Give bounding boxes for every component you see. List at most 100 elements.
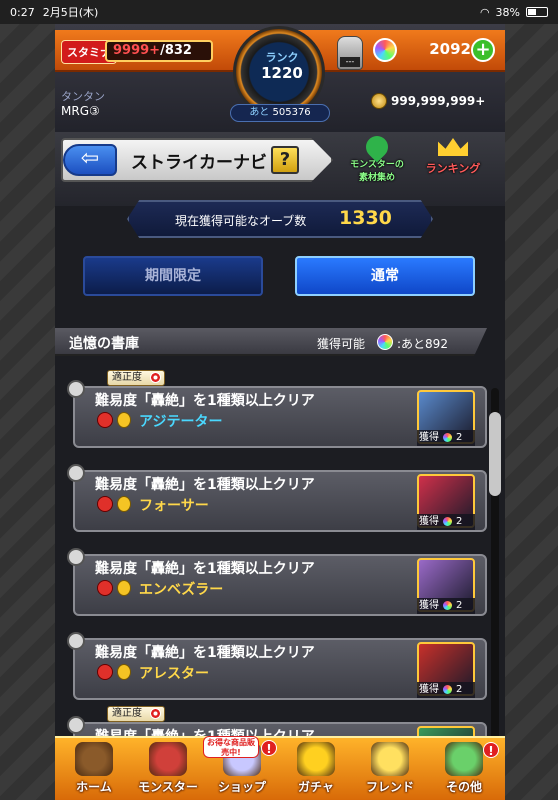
stamina-current: 9999+ <box>113 43 161 58</box>
coin-icon <box>117 496 131 512</box>
gold-count: 999,999,999+ <box>391 94 486 108</box>
other-notification-badge: ! <box>483 742 499 758</box>
buy-orb-button[interactable]: + <box>471 38 495 62</box>
ranking-text: ランキング <box>425 162 481 175</box>
mission-item[interactable]: 難易度「轟絶」を1種類以上クリアアレスター獲得 2 <box>67 628 487 702</box>
mission-check-icon <box>67 632 85 650</box>
mission-monster-name: フォーサー <box>139 498 209 514</box>
stamina-max: /832 <box>160 43 192 58</box>
mission-check-icon <box>67 380 85 398</box>
ranking-button[interactable]: ランキング <box>421 136 485 192</box>
helmet-slot: --- <box>340 57 360 67</box>
rank-next-value: 505376 <box>272 107 311 118</box>
crown-icon <box>438 138 468 156</box>
rank-value: 1220 <box>261 64 303 82</box>
monster-icon <box>149 742 187 776</box>
stamina-bar: 9999+/832 <box>105 40 213 62</box>
mission-text: 難易度「轟絶」を1種類以上クリア <box>95 561 315 577</box>
player-id: MRG③ <box>61 104 100 118</box>
rank-next-label: あと <box>249 107 270 118</box>
back-button[interactable]: ⇦ <box>63 144 117 176</box>
section-remaining-value: :あと892 <box>397 337 448 351</box>
mission-reward: 獲得 2 <box>417 514 475 530</box>
tab-monster[interactable]: モンスター <box>132 740 204 800</box>
devil-icon <box>97 580 113 596</box>
reward-count: 2 <box>456 432 463 443</box>
battery-percent: 38% <box>495 5 520 19</box>
mission-monster-name: エンベズラー <box>139 582 224 598</box>
orb-icon <box>373 38 397 62</box>
mission-item[interactable]: 難易度「轟絶」を1種類以上クリアフォーサー獲得 2 <box>67 460 487 534</box>
devil-icon <box>97 664 113 680</box>
wifi-icon: ◠ <box>479 5 490 19</box>
tab-label: フレンド <box>365 780 414 794</box>
game-screen: スタミナ 9999+/832 ランク 1220 あと 505376 --- 20… <box>55 24 505 800</box>
mission-check-icon <box>67 548 85 566</box>
orb-count: 2092 <box>429 40 471 58</box>
mission-monster-name: アレスター <box>139 666 209 682</box>
status-date: 2月5日(木) <box>42 6 99 19</box>
accuracy-badge: 適正度 <box>107 370 165 386</box>
orb-available-label: 現在獲得可能なオーブ数 <box>175 214 307 228</box>
player-name: タンタン <box>61 90 105 103</box>
reward-label: 獲得 <box>419 516 439 527</box>
tab-home[interactable]: ホーム <box>58 740 130 800</box>
reward-label: 獲得 <box>419 600 439 611</box>
devil-icon <box>97 496 113 512</box>
tab-normal[interactable]: 通常 <box>295 256 475 296</box>
gacha-icon <box>297 742 335 776</box>
reward-orb-icon <box>443 600 452 610</box>
reward-count: 2 <box>456 684 463 695</box>
status-bar: 0:27 2月5日(木) ◠ 38% <box>0 0 558 24</box>
tab-limited[interactable]: 期間限定 <box>83 256 263 296</box>
coin-icon <box>117 580 131 596</box>
mission-reward: 獲得 2 <box>417 430 475 446</box>
mission-check-icon <box>67 464 85 482</box>
mission-reward: 獲得 2 <box>417 598 475 614</box>
friend-icon <box>371 742 409 776</box>
rank-next: あと 505376 <box>230 104 330 122</box>
reward-count: 2 <box>456 600 463 611</box>
mission-check-icon <box>67 716 85 734</box>
tab-label: その他 <box>445 780 482 794</box>
orb-available-value: 1330 <box>339 207 392 229</box>
devil-icon <box>97 412 113 428</box>
monster-material-button[interactable]: モンスターの 素材集め <box>347 131 407 192</box>
other-icon <box>445 742 483 776</box>
accuracy-badge: 適正度 <box>107 706 165 722</box>
scrollbar-thumb[interactable] <box>489 412 501 496</box>
reward-label: 獲得 <box>419 684 439 695</box>
coin-icon <box>117 412 131 428</box>
rank-label: ランク <box>265 51 299 64</box>
tab-label: ホーム <box>76 780 112 794</box>
page-title: ストライカーナビ <box>131 153 267 173</box>
clover-icon <box>361 131 393 163</box>
reward-count: 2 <box>456 516 463 527</box>
tab-gacha[interactable]: ガチャ <box>280 740 352 800</box>
side-background-right <box>505 24 558 800</box>
status-time: 0:27 <box>10 5 35 19</box>
help-button[interactable]: ? <box>271 146 299 174</box>
shop-promo-label: お得な商品販売中! <box>203 736 259 758</box>
mission-reward: 獲得 2 <box>417 682 475 698</box>
reward-orb-icon <box>443 432 452 442</box>
reward-orb-icon <box>443 516 452 526</box>
reward-label: 獲得 <box>419 432 439 443</box>
mission-item[interactable]: 難易度「轟絶」を1種類以上クリアエンベズラー獲得 2 <box>67 544 487 618</box>
tab-label: ショップ <box>217 780 266 794</box>
section-orb-icon <box>377 334 393 350</box>
mission-monster-name: アジテーター <box>139 414 223 430</box>
mission-text: 難易度「轟絶」を1種類以上クリア <box>95 393 315 409</box>
tab-label: ガチャ <box>298 780 334 794</box>
mission-text: 難易度「轟絶」を1種類以上クリア <box>95 645 315 661</box>
section-title: 追憶の書庫 <box>69 336 139 352</box>
tab-label: モンスター <box>138 780 198 794</box>
tab-friend[interactable]: フレンド <box>354 740 426 800</box>
gold-coin-icon <box>371 93 387 109</box>
clover-text-line2: 素材集め <box>358 173 395 183</box>
helmet-icon[interactable]: --- <box>337 36 363 70</box>
mission-item[interactable]: 適正度難易度「轟絶」を1種類以上クリアアジテーター獲得 2 <box>67 370 487 450</box>
mission-text: 難易度「轟絶」を1種類以上クリア <box>95 477 315 493</box>
shop-notification-badge: ! <box>261 740 277 756</box>
section-remaining-label: 獲得可能 <box>317 337 366 351</box>
